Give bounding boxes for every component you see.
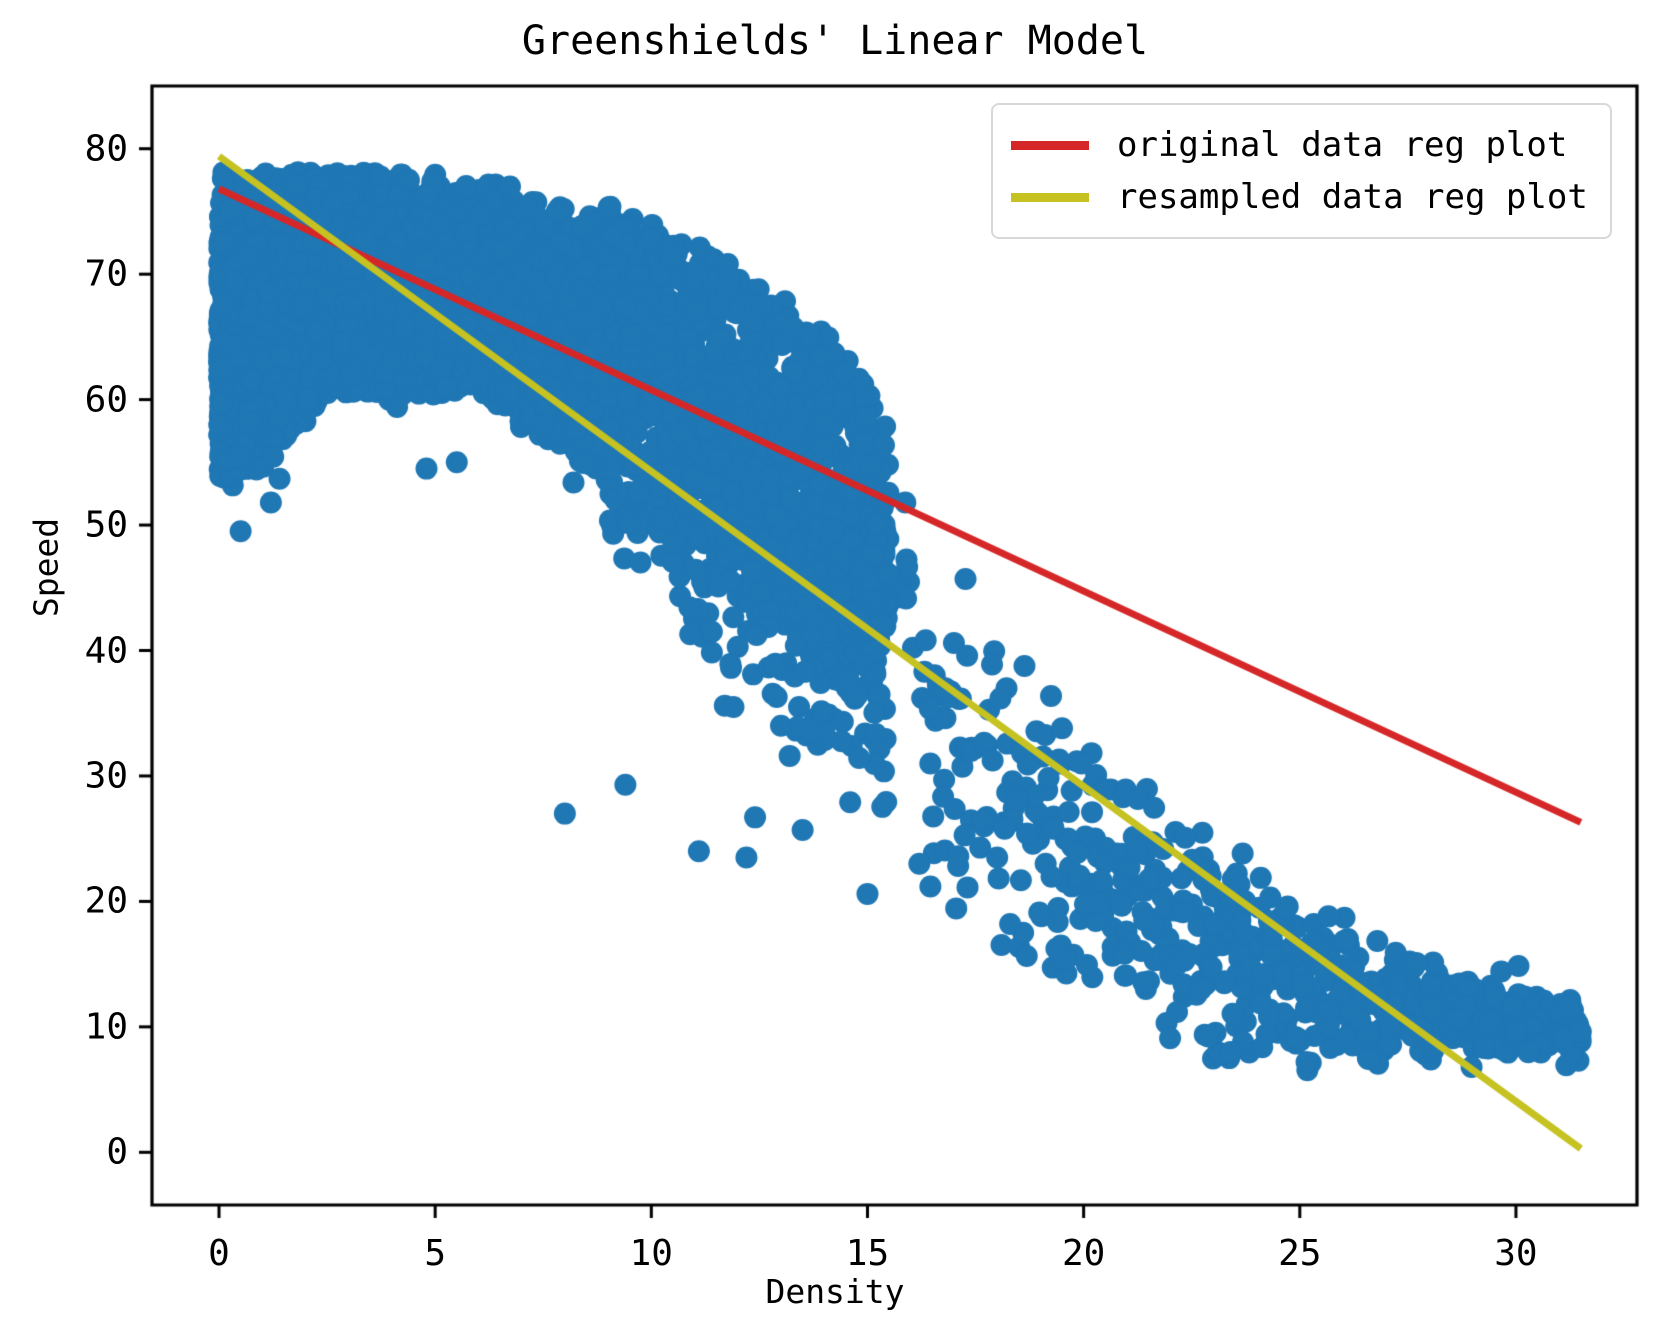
x-tick-label: 5 xyxy=(424,1233,446,1274)
legend-swatch-original-icon xyxy=(1011,140,1089,150)
y-tick-label: 30 xyxy=(84,755,128,797)
legend-entry-resampled: resampled data reg plot xyxy=(1011,171,1588,223)
matplotlib-figure: Greenshields' Linear Model Density Speed… xyxy=(0,0,1670,1343)
y-tick-label: 70 xyxy=(84,253,128,295)
y-tick-label: 0 xyxy=(106,1131,128,1173)
y-tick-label: 10 xyxy=(84,1006,128,1048)
y-tick-label: 20 xyxy=(84,880,128,922)
legend-label-original: original data reg plot xyxy=(1117,125,1568,165)
x-axis-label: Density xyxy=(765,1272,905,1311)
y-tick-label: 40 xyxy=(84,630,128,672)
x-tick-label: 10 xyxy=(629,1233,673,1274)
legend-swatch-resampled-icon xyxy=(1011,192,1089,202)
x-tick-label: 20 xyxy=(1061,1233,1106,1274)
legend-label-resampled: resampled data reg plot xyxy=(1117,177,1588,217)
y-tick-label: 50 xyxy=(84,504,128,546)
chart-title: Greenshields' Linear Model xyxy=(521,18,1149,64)
y-tick-label: 80 xyxy=(84,128,128,170)
y-tick-label: 60 xyxy=(84,379,128,421)
chart-legend: original data reg plot resampled data re… xyxy=(991,103,1612,239)
x-tick-label: 30 xyxy=(1494,1233,1538,1274)
x-tick-label: 0 xyxy=(208,1233,230,1274)
x-tick-label: 15 xyxy=(845,1233,890,1274)
legend-entry-original: original data reg plot xyxy=(1011,119,1588,171)
x-tick-label: 25 xyxy=(1278,1233,1322,1274)
